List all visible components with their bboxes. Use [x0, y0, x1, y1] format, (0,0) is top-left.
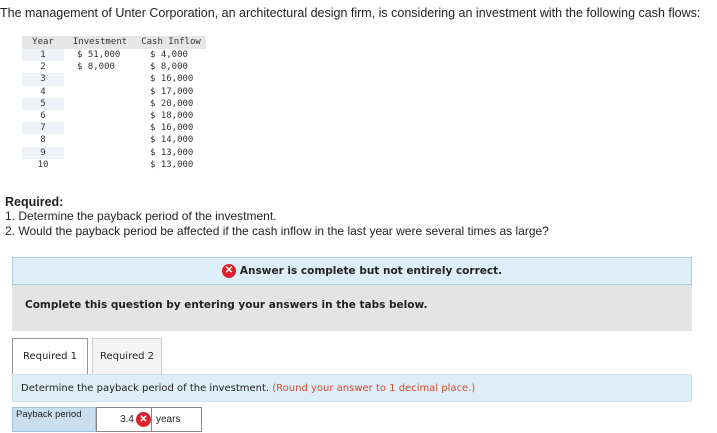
cash-inflow-cell: $ 14,000 — [150, 135, 194, 146]
cash-inflow-cell: $ 18,000 — [150, 111, 194, 122]
cash-inflow-cell: $ 17,000 — [150, 86, 194, 97]
table-row: 4 $ 17,000 — [22, 86, 206, 98]
investment-cell — [64, 73, 136, 85]
cash-inflow-cell: $ 4,000 — [150, 50, 188, 61]
year-cell: 10 — [37, 159, 49, 170]
status-text: Answer is complete but not entirely corr… — [239, 265, 503, 277]
table-row: 7 $ 16,000 — [22, 122, 206, 135]
header-year: Year — [22, 36, 64, 49]
investment-cell — [64, 110, 136, 122]
cash-flow-table: Year Investment Cash Inflow 1 $ 51,000 $ 4… — [22, 36, 206, 171]
table-row: 10 $ 13,000 — [22, 159, 206, 171]
investment-cell: $ 51,000 — [77, 50, 121, 61]
required-title: Required: — [5, 195, 64, 209]
year-cell: 5 — [22, 97, 64, 110]
investment-cell — [64, 98, 136, 110]
cash-inflow-cell: $ 13,000 — [150, 159, 194, 170]
year-cell: 2 — [40, 62, 46, 73]
cash-inflow-cell: $ 16,000 — [150, 74, 194, 85]
table-row: 9 $ 13,000 — [22, 146, 206, 159]
investment-cell — [64, 134, 136, 146]
problem-intro: The management of Unter Corporation, an … — [0, 6, 701, 20]
table-row: 6 $ 18,000 — [22, 110, 206, 122]
payback-unit: years — [152, 407, 202, 432]
year-cell: 1 — [22, 49, 64, 62]
question-hint: (Round your answer to 1 decimal place.) — [272, 383, 476, 394]
instruction-bar: Complete this question by entering your … — [12, 285, 692, 331]
year-cell: 9 — [22, 146, 64, 159]
investment-cell — [64, 147, 136, 159]
year-cell: 3 — [22, 73, 64, 86]
required-item-2: 2. Would the payback period be affected … — [5, 224, 549, 238]
question-main: Determine the payback period of the inve… — [21, 383, 270, 394]
cash-inflow-cell: $ 13,000 — [150, 147, 194, 158]
tab-required-2[interactable]: Required 2 — [92, 338, 162, 374]
answer-status-bar: ✕ Answer is complete but not entirely co… — [12, 257, 692, 285]
table-row: 5 $ 20,000 — [22, 97, 206, 110]
investment-cell: $ 8,000 — [77, 62, 115, 73]
year-cell: 4 — [40, 86, 46, 97]
table-row: 2 $ 8,000 $ 8,000 — [22, 61, 206, 73]
question-text: Determine the payback period of the inve… — [21, 383, 475, 394]
investment-cell — [64, 86, 136, 98]
investment-cell — [64, 159, 136, 171]
investment-cell — [64, 122, 136, 134]
instruction-text: Complete this question by entering your … — [25, 299, 428, 311]
header-investment: Investment — [64, 36, 136, 49]
table-row: 8 $ 14,000 — [22, 134, 206, 146]
cash-inflow-cell: $ 20,000 — [150, 98, 194, 109]
year-cell: 6 — [40, 111, 46, 122]
payback-period-label: Payback period — [12, 407, 96, 432]
tab-required-1[interactable]: Required 1 — [12, 338, 88, 374]
incorrect-x-icon: ✕ — [221, 264, 236, 278]
year-cell: 8 — [40, 135, 46, 146]
incorrect-x-icon: ✕ — [136, 412, 151, 427]
required-item-1: 1. Determine the payback period of the i… — [5, 209, 277, 223]
question-bar: Determine the payback period of the inve… — [12, 374, 692, 402]
table-row: 1 $ 51,000 $ 4,000 — [22, 49, 206, 62]
cash-inflow-cell: $ 8,000 — [150, 62, 188, 73]
cash-inflow-cell: $ 16,000 — [150, 123, 194, 134]
table-row: 3 $ 16,000 — [22, 73, 206, 86]
year-cell: 7 — [22, 122, 64, 135]
header-cash-inflow: Cash Inflow — [136, 36, 206, 49]
